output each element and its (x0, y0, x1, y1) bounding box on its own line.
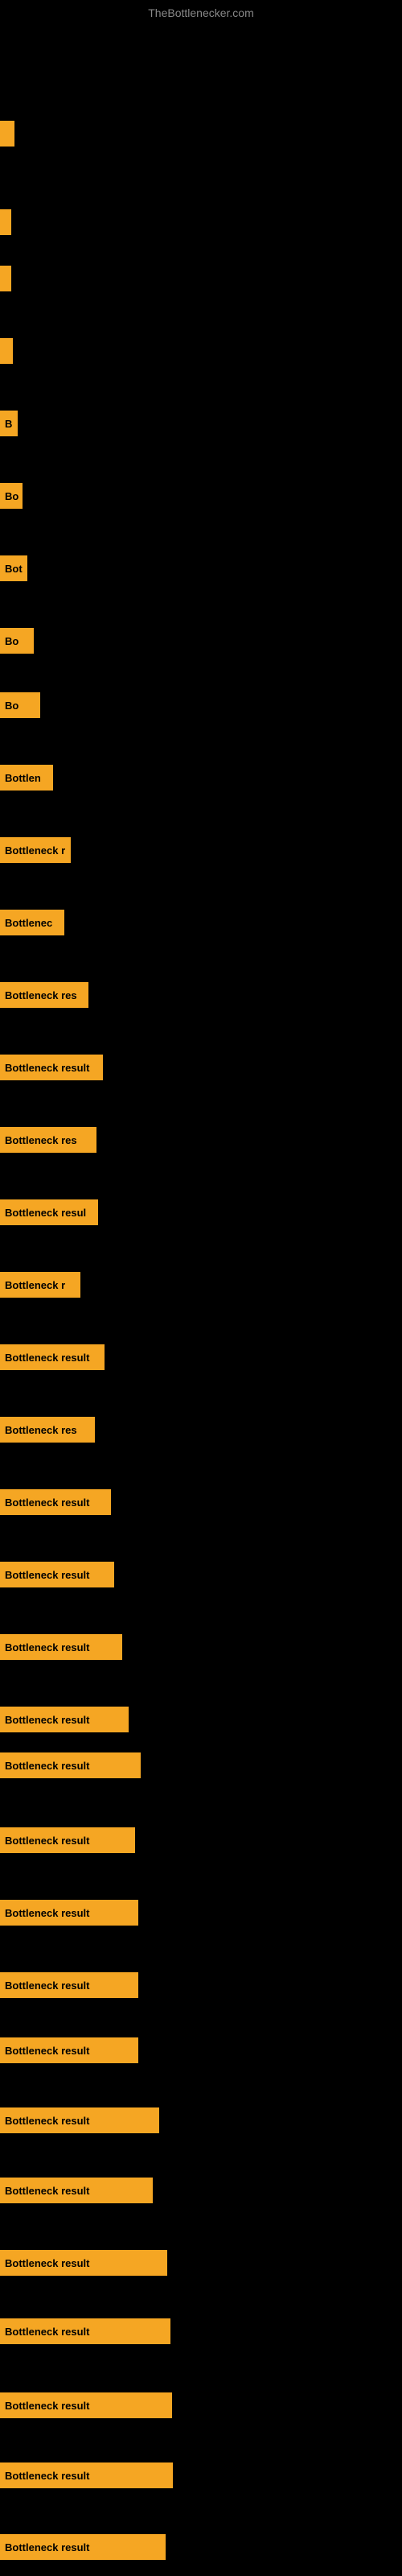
bottleneck-bar-24: Bottleneck result (0, 1752, 141, 1778)
bottleneck-bar-2 (0, 209, 11, 235)
bottleneck-bar-15: Bottleneck res (0, 1127, 96, 1153)
bottleneck-bar-14: Bottleneck result (0, 1055, 103, 1080)
bottleneck-bar-4 (0, 338, 13, 364)
bottleneck-bar-17: Bottleneck r (0, 1272, 80, 1298)
bottleneck-bar-3 (0, 266, 11, 291)
bottleneck-bar-25: Bottleneck result (0, 1827, 135, 1853)
bottleneck-bar-33: Bottleneck result (0, 2392, 172, 2418)
bottleneck-bar-30: Bottleneck result (0, 2178, 153, 2203)
bottleneck-bar-13: Bottleneck res (0, 982, 88, 1008)
bottleneck-bar-10: Bottlen (0, 765, 53, 791)
bottleneck-bar-31: Bottleneck result (0, 2250, 167, 2276)
bottleneck-bar-18: Bottleneck result (0, 1344, 105, 1370)
bottleneck-bar-29: Bottleneck result (0, 2107, 159, 2133)
bottleneck-bar-7: Bot (0, 555, 27, 581)
bottleneck-bar-19: Bottleneck res (0, 1417, 95, 1443)
bottleneck-bar-11: Bottleneck r (0, 837, 71, 863)
bottleneck-bar-12: Bottlenec (0, 910, 64, 935)
site-title: TheBottlenecker.com (148, 6, 254, 19)
bottleneck-bar-32: Bottleneck result (0, 2318, 170, 2344)
bottleneck-bar-22: Bottleneck result (0, 1634, 122, 1660)
bottleneck-bar-20: Bottleneck result (0, 1489, 111, 1515)
bottleneck-bar-6: Bo (0, 483, 23, 509)
bottleneck-bar-35: Bottleneck result (0, 2534, 166, 2560)
bottleneck-bar-16: Bottleneck resul (0, 1199, 98, 1225)
bottleneck-bar-34: Bottleneck result (0, 2462, 173, 2488)
bottleneck-bar-5: B (0, 411, 18, 436)
bottleneck-bar-21: Bottleneck result (0, 1562, 114, 1587)
bottleneck-bar-8: Bo (0, 628, 34, 654)
bottleneck-bar-9: Bo (0, 692, 40, 718)
bottleneck-bar-23: Bottleneck result (0, 1707, 129, 1732)
bottleneck-bar-27: Bottleneck result (0, 1972, 138, 1998)
bottleneck-bar-28: Bottleneck result (0, 2037, 138, 2063)
bottleneck-bar-26: Bottleneck result (0, 1900, 138, 1926)
bottleneck-bar-1 (0, 121, 14, 147)
